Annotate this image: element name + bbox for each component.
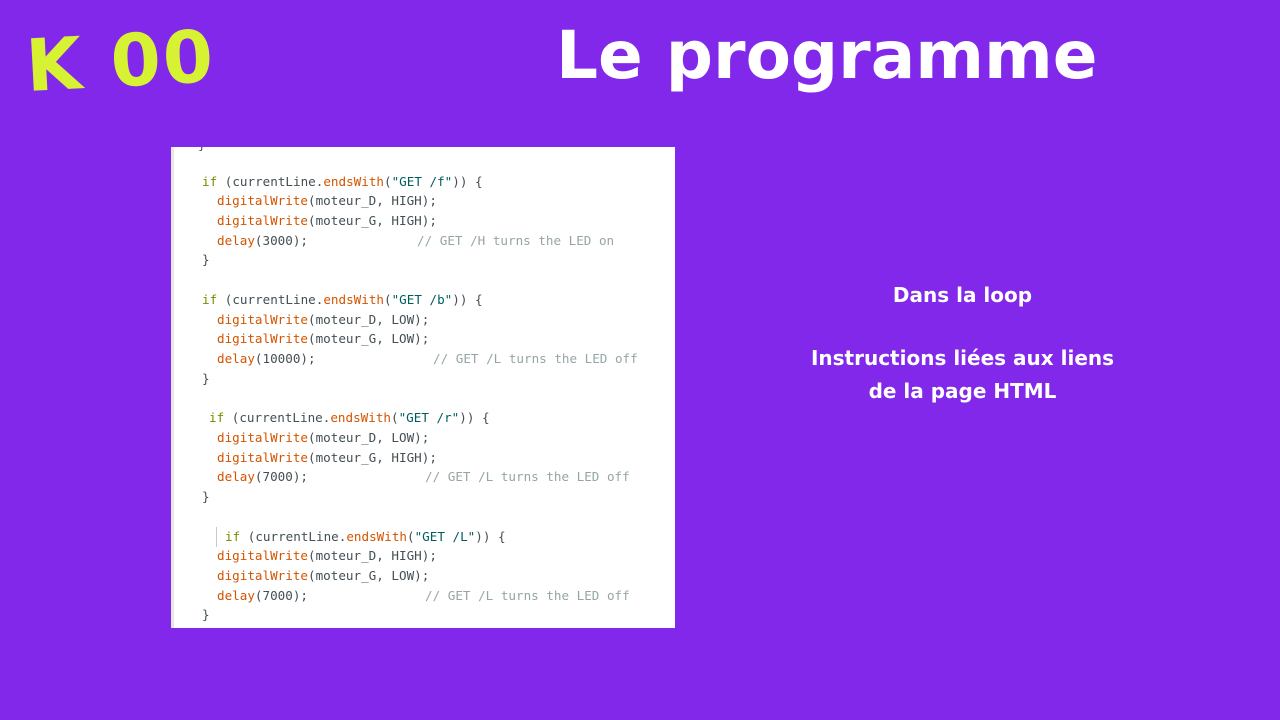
code-method: endsWith [323,292,384,307]
code-keyword: if [202,174,218,189]
code-line: digitalWrite(moteur_G, HIGH); [217,211,437,231]
code-brace: } [198,147,206,152]
code-method: endsWith [346,529,407,544]
side-note-line: Instructions liées aux liens [810,346,1115,370]
code-function: delay [217,469,255,484]
code-brace: } [202,252,210,267]
code-text: (currentLine. [217,174,324,189]
code-text: (currentLine. [224,410,331,425]
code-text: ( [384,174,392,189]
code-string: "GET /L" [414,529,476,544]
code-text: (currentLine. [240,529,347,544]
code-string: "GET /f" [391,174,453,189]
code-line: delay(3000); [217,231,308,251]
code-keyword: if [225,529,241,544]
code-text: )) { [452,174,483,189]
code-text: )) { [475,529,506,544]
page-title: Le programme [556,17,1098,94]
code-screenshot: } if (currentLine.endsWith("GET /f")) { … [171,147,675,628]
code-line: digitalWrite(moteur_G, LOW); [217,566,429,586]
code-function: delay [217,233,255,248]
code-text: (7000); [254,588,308,603]
code-line: delay(7000); [217,586,308,606]
code-function: digitalWrite [217,548,308,563]
code-function: digitalWrite [217,568,308,583]
code-text: (moteur_D, LOW); [308,430,430,445]
code-brace: } [202,371,210,386]
code-line: } [202,605,210,625]
code-text: (10000); [254,351,316,366]
code-function: digitalWrite [217,450,308,465]
code-line: if (currentLine.endsWith("GET /b")) { [202,290,483,310]
code-text: (moteur_D, HIGH); [308,193,437,208]
code-line: digitalWrite(moteur_D, LOW); [217,428,429,448]
code-line: digitalWrite(moteur_D, LOW); [217,310,429,330]
code-string: "GET /b" [391,292,453,307]
code-line: delay(10000); [217,349,316,369]
code-line: digitalWrite(moteur_G, HIGH); [217,448,437,468]
logo: K 00 [23,14,218,108]
code-method: endsWith [323,174,384,189]
code-comment: // GET /L turns the LED off [433,351,638,366]
code-function: delay [217,351,255,366]
code-function: digitalWrite [217,331,308,346]
code-text: (moteur_G, LOW); [308,331,430,346]
code-text: ( [407,529,415,544]
code-text: (currentLine. [217,292,324,307]
code-brace: } [202,607,210,622]
code-comment: // GET /H turns the LED on [417,233,615,248]
code-function: digitalWrite [217,193,308,208]
code-function: digitalWrite [217,312,308,327]
code-text: (moteur_G, LOW); [308,568,430,583]
code-line: delay(7000); [217,467,308,487]
code-text: ( [384,292,392,307]
code-line: if (currentLine.endsWith("GET /f")) { [202,172,483,192]
code-line: digitalWrite(moteur_D, HIGH); [217,191,437,211]
code-line: digitalWrite(moteur_D, HIGH); [217,546,437,566]
indent-guide [216,527,217,547]
code-method: endsWith [330,410,391,425]
code-line: } [202,487,210,507]
code-text: (moteur_G, HIGH); [308,450,437,465]
code-text: (7000); [254,469,308,484]
side-note-line: de la page HTML [868,379,1057,403]
code-function: delay [217,588,255,603]
code-comment: // GET /L turns the LED off [425,469,630,484]
code-line: digitalWrite(moteur_G, LOW); [217,329,429,349]
code-text: )) { [459,410,490,425]
code-keyword: if [209,410,225,425]
code-text: (3000); [254,233,308,248]
code-line: } [202,369,210,389]
code-line: if (currentLine.endsWith("GET /r")) { [209,408,490,428]
code-brace: } [202,489,210,504]
code-text: )) { [452,292,483,307]
code-string: "GET /r" [398,410,460,425]
code-line: } [198,147,206,155]
side-note-heading: Dans la loop [892,283,1033,307]
code-text: (moteur_G, HIGH); [308,213,437,228]
code-line: if (currentLine.endsWith("GET /L")) { [225,527,506,547]
code-text: (moteur_D, LOW); [308,312,430,327]
code-function: digitalWrite [217,213,308,228]
code-text: (moteur_D, HIGH); [308,548,437,563]
code-comment: // GET /L turns the LED off [425,588,630,603]
code-line: } [202,250,210,270]
code-text: ( [391,410,399,425]
code-function: digitalWrite [217,430,308,445]
code-keyword: if [202,292,218,307]
